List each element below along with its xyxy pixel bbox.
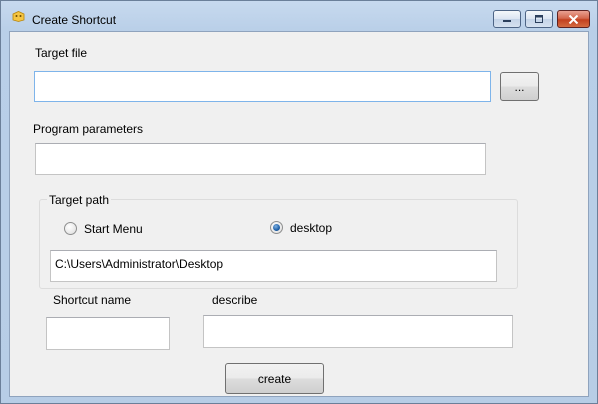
close-icon [568, 14, 579, 24]
minimize-button[interactable] [493, 10, 521, 28]
maximize-button[interactable] [525, 10, 553, 28]
browse-button[interactable]: ... [500, 72, 539, 101]
minimize-icon [503, 20, 511, 22]
dialog-body: Target file ... Program parameters Targe… [9, 31, 589, 397]
radio-desktop-button[interactable] [270, 221, 283, 234]
radio-start-menu-button[interactable] [64, 222, 77, 235]
target-path-group-label: Target path [47, 193, 112, 207]
describe-input[interactable] [203, 315, 513, 348]
app-icon [12, 11, 25, 22]
shortcut-name-input[interactable] [46, 317, 170, 350]
radio-start-menu-label[interactable]: Start Menu [84, 222, 143, 236]
describe-label: describe [212, 293, 258, 307]
shortcut-name-label: Shortcut name [53, 293, 132, 307]
program-parameters-label: Program parameters [33, 122, 144, 136]
target-file-label: Target file [35, 46, 88, 60]
target-file-input[interactable] [34, 71, 491, 102]
radio-selected-dot [273, 224, 280, 231]
target-path-input[interactable]: C:\Users\Administrator\Desktop [50, 250, 497, 282]
window-title: Create Shortcut [32, 13, 117, 27]
title-bar[interactable]: Create Shortcut [1, 1, 597, 31]
create-button[interactable]: create [225, 363, 324, 394]
program-parameters-input[interactable] [35, 143, 486, 175]
radio-desktop-label[interactable]: desktop [290, 221, 332, 235]
window: Create Shortcut Target file ... Program … [0, 0, 598, 404]
close-button[interactable] [557, 10, 590, 28]
maximize-icon [535, 15, 543, 23]
